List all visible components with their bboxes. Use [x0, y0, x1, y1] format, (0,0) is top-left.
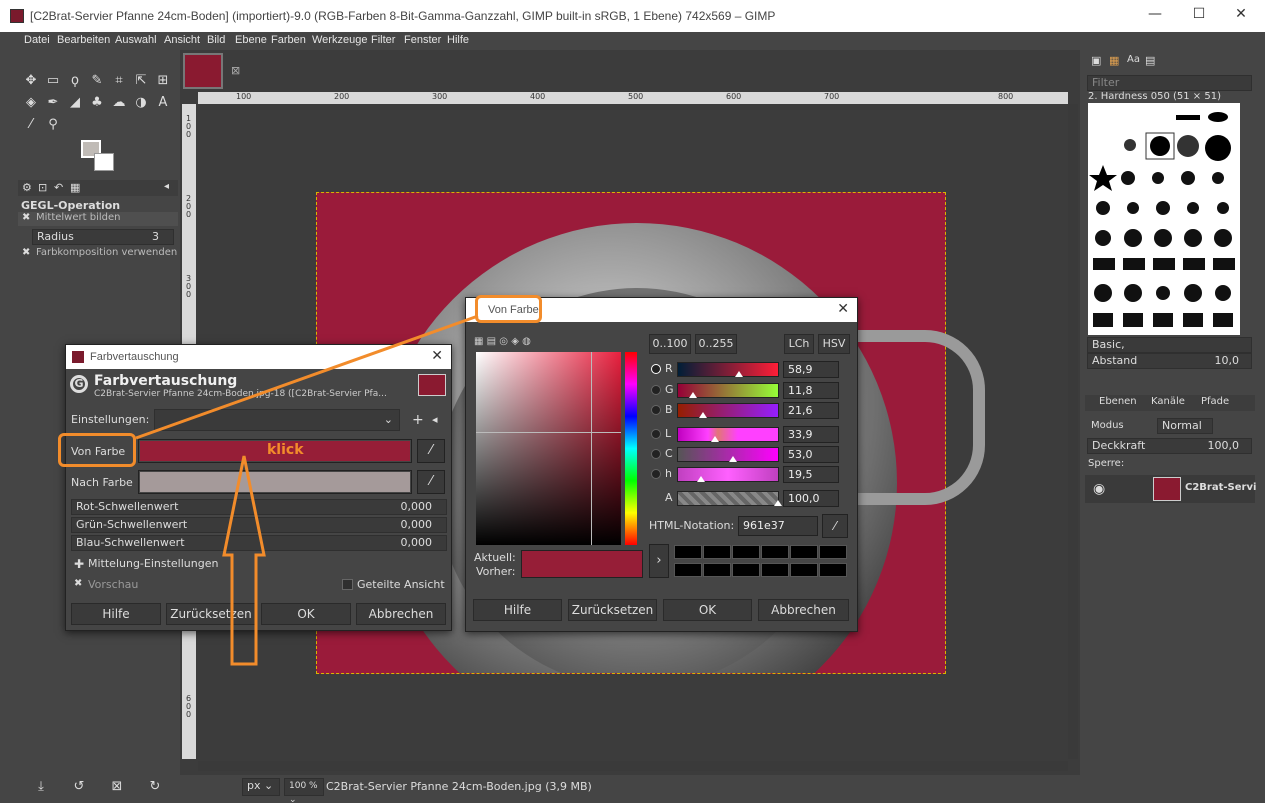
gimp-window: [C2Brat-Servier Pfanne 24cm-Boden] (impo… [0, 0, 1265, 803]
annotation-connector-line [135, 314, 479, 440]
annotation-klick-text: klick [267, 442, 304, 458]
annotation-up-arrow [222, 455, 266, 666]
annotation-arrows [135, 314, 479, 666]
